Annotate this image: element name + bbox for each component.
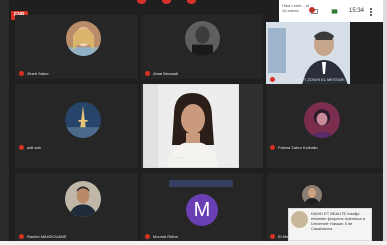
mic-muted-icon <box>19 71 24 76</box>
avatar <box>65 181 101 217</box>
top-dot <box>137 0 146 4</box>
active-speaker-tile[interactable]: Jamila ... <box>141 84 263 168</box>
zoom-window: ENR Zineb Saber Amal Benaadi <box>0 0 387 245</box>
participant-name: Zineb Saber <box>19 71 49 76</box>
top-dot <box>162 0 171 4</box>
participant-tile[interactable]: Zineb Saber <box>15 15 138 79</box>
notification-avatar <box>291 211 308 228</box>
mic-muted-icon <box>19 234 24 239</box>
notification-popup[interactable]: DAVID ET BEAUTE insalija erkamler ljanjo… <box>288 208 372 241</box>
participant-initial-avatar: M <box>186 194 218 226</box>
mic-muted-icon <box>19 145 24 150</box>
right-frame <box>383 0 387 245</box>
mic-muted-icon <box>270 145 275 150</box>
participant-name: ANASS DIOUFI ZOGHI EL MESTARI <box>270 77 344 82</box>
participant-tile[interactable]: adil anir <box>15 84 138 168</box>
participant-name: Amal Benaadi <box>145 71 178 76</box>
clock-time: 15:34 <box>349 8 365 14</box>
participant-video[interactable]: ANASS DIOUFI ZOGHI EL MESTARI <box>266 22 350 85</box>
avatar <box>65 102 101 138</box>
speaker-caption-bar <box>169 180 233 187</box>
participant-tile[interactable]: Fatima Zahra Kerbaliu <box>266 84 383 168</box>
left-frame <box>0 0 9 245</box>
participant-tile[interactable]: Rachid MAHDOUANE <box>15 173 138 245</box>
speaker-video <box>143 84 239 168</box>
chat-icon[interactable] <box>331 8 338 15</box>
participant-name: Mounia Ridha <box>145 234 178 239</box>
avatar <box>304 102 340 138</box>
caller-text: Hiba Lemh... et 15 autres <box>282 3 310 13</box>
screen-share-icon[interactable] <box>311 8 318 15</box>
top-dot <box>187 0 196 4</box>
mic-muted-icon <box>145 71 150 76</box>
avatar <box>185 21 220 56</box>
bottom-frame <box>0 241 387 245</box>
more-options-icon[interactable] <box>370 8 372 16</box>
participant-tile[interactable]: Amal Benaadi <box>141 15 263 79</box>
notification-text: DAVID ET BEAUTE insalija erkamler ljanjo… <box>311 211 366 231</box>
participant-name: Jamila ... <box>171 155 188 160</box>
participant-name: adil anir <box>19 145 41 150</box>
participant-name: Fatima Zahra Kerbaliu <box>270 145 318 150</box>
mic-muted-icon <box>270 234 275 239</box>
avatar <box>302 185 322 205</box>
avatar <box>66 21 101 56</box>
participant-name: Rachid MAHDOUANE <box>19 234 67 239</box>
mic-muted-icon <box>270 77 275 82</box>
mic-muted-icon <box>145 234 150 239</box>
